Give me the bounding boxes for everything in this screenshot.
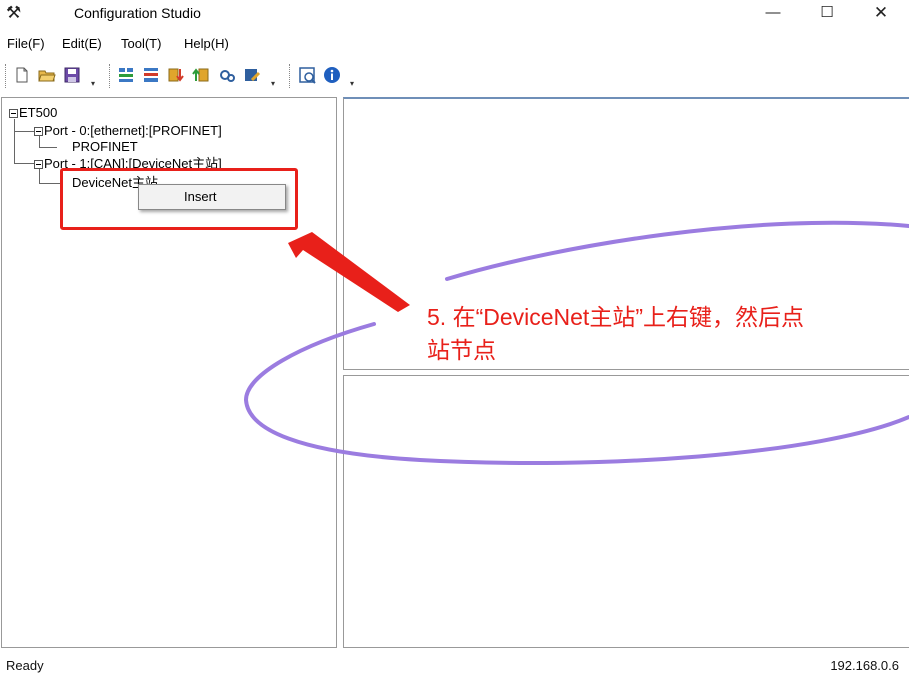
download-icon[interactable]	[167, 66, 185, 84]
collapse-icon[interactable]	[9, 109, 18, 119]
add-module-icon[interactable]	[117, 66, 135, 84]
close-button[interactable]: ✕	[858, 0, 904, 26]
menu-tool[interactable]: Tool(T)	[121, 36, 161, 51]
output-pane[interactable]	[343, 375, 909, 648]
open-folder-icon[interactable]	[38, 66, 56, 84]
tree-node-port0[interactable]: Port - 0:[ethernet]:[PROFINET]	[34, 123, 222, 139]
annotation-text: 5. 在“DeviceNet主站”上右键，然后点 站节点	[427, 301, 909, 367]
toolbar-overflow-icon[interactable]: ▾	[91, 79, 95, 88]
info-icon[interactable]	[323, 66, 341, 84]
tree-connector	[14, 131, 34, 132]
new-file-icon[interactable]	[13, 66, 31, 84]
menu-help[interactable]: Help(H)	[184, 36, 229, 51]
toolbar-overflow-icon[interactable]: ▾	[271, 79, 275, 88]
tree-connector	[14, 163, 34, 164]
remove-module-icon[interactable]	[142, 66, 160, 84]
tree-node-root[interactable]: ET500	[9, 105, 57, 121]
collapse-icon[interactable]	[34, 127, 43, 137]
ip-address: 192.168.0.6	[830, 658, 899, 673]
settings-icon[interactable]	[218, 66, 236, 84]
toolbar: ▾ ▾ ▾	[0, 60, 909, 94]
toolbar-grip[interactable]	[289, 64, 292, 88]
title-bar: ⚒ Configuration Studio — ☐ ✕	[0, 0, 909, 30]
menu-edit[interactable]: Edit(E)	[62, 36, 102, 51]
edit-icon[interactable]	[243, 66, 261, 84]
tree-connector	[14, 119, 15, 163]
monitor-icon[interactable]	[298, 66, 316, 84]
menu-file[interactable]: File(F)	[7, 36, 45, 51]
status-bar: Ready 192.168.0.6	[0, 652, 909, 681]
tree-connector	[39, 183, 62, 184]
toolbar-grip[interactable]	[5, 64, 8, 88]
annotation-line-2: 站节点	[427, 337, 496, 363]
annotation-line-1: 5. 在“DeviceNet主站”上右键，然后点	[427, 304, 804, 330]
upload-icon[interactable]	[192, 66, 210, 84]
toolbar-overflow-icon[interactable]: ▾	[350, 79, 354, 88]
status-text: Ready	[6, 658, 44, 673]
minimize-button[interactable]: —	[750, 0, 796, 26]
tree-node-profinet[interactable]: PROFINET	[72, 139, 138, 155]
collapse-icon[interactable]	[34, 160, 43, 170]
maximize-button[interactable]: ☐	[804, 0, 850, 26]
tools-icon: ⚒	[6, 3, 22, 22]
window-title: Configuration Studio	[74, 5, 201, 21]
tree-connector	[39, 147, 57, 148]
annotation-highlight-box	[60, 168, 298, 230]
toolbar-grip[interactable]	[109, 64, 112, 88]
save-icon[interactable]	[63, 66, 81, 84]
